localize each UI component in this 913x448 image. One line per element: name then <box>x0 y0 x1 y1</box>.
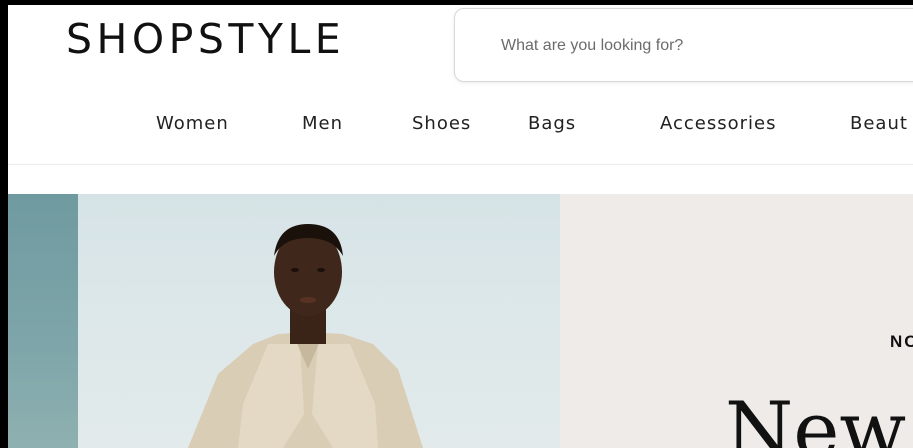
nav-item-women[interactable]: Women <box>156 113 229 134</box>
main-nav: Women Men Shoes Bags Accessories Beaut <box>8 113 913 153</box>
nav-item-bags[interactable]: Bags <box>528 113 576 134</box>
hero-text-panel: NC New <box>560 194 913 448</box>
nav-item-beauty[interactable]: Beaut <box>850 113 908 134</box>
hero-side-image <box>8 194 78 448</box>
search-box[interactable] <box>454 8 913 82</box>
header-divider <box>8 164 913 165</box>
hero-model-image <box>78 194 560 448</box>
site-logo[interactable]: SHOPSTYLE <box>66 19 345 60</box>
model-illustration <box>188 224 423 448</box>
nav-item-men[interactable]: Men <box>302 113 343 134</box>
hero-banner[interactable]: NC New <box>8 194 913 448</box>
nav-item-accessories[interactable]: Accessories <box>660 113 777 134</box>
hero-eyebrow: NC <box>890 332 913 351</box>
search-input[interactable] <box>501 37 881 55</box>
nav-item-shoes[interactable]: Shoes <box>412 113 471 134</box>
page: SHOPSTYLE Women Men Shoes Bags Accessori… <box>8 5 913 448</box>
hero-headline: New <box>725 386 907 448</box>
